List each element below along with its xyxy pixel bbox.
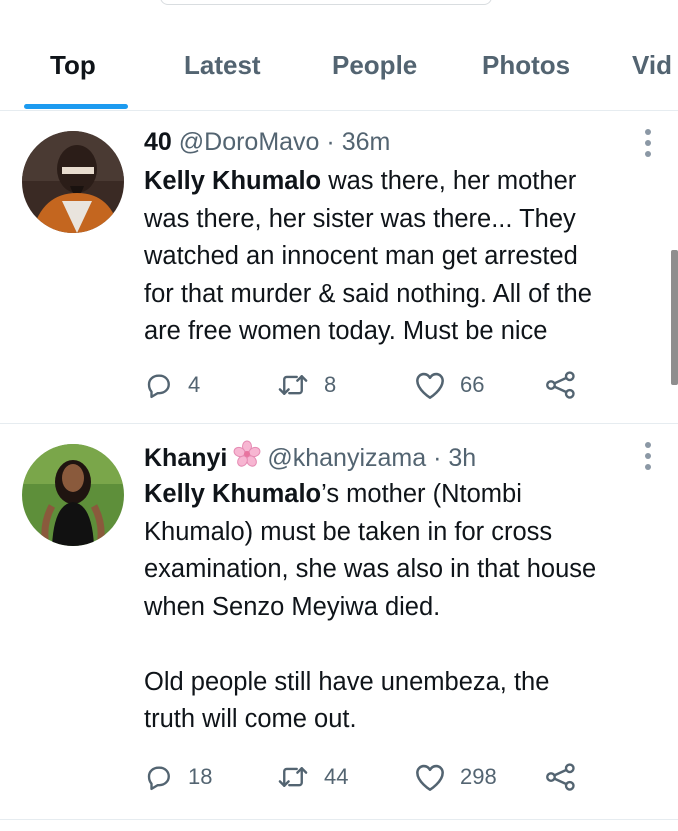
tweet-text: Kelly Khumalo was there, her mother was … [144, 167, 592, 345]
author-handle[interactable]: @DoroMavo [179, 128, 320, 156]
author-handle[interactable]: @khanyizama [267, 444, 426, 472]
avatar[interactable] [22, 131, 124, 233]
author-name[interactable]: 40 [144, 128, 172, 156]
heart-icon [416, 764, 444, 791]
retweet-count: 44 [324, 764, 349, 789]
tweet-header: 40 @DoroMavo · 36m [144, 127, 390, 157]
retweet-button[interactable]: 44 [276, 759, 348, 795]
tweet-time[interactable]: · 36m [326, 128, 390, 156]
reply-count: 4 [188, 372, 201, 397]
share-icon [546, 763, 575, 791]
reply-button[interactable]: 4 [144, 367, 200, 403]
tab-latest[interactable]: Latest [184, 50, 261, 81]
share-button[interactable] [544, 759, 578, 795]
mention[interactable]: Kelly Khumalo [144, 167, 321, 195]
tab-photos[interactable]: Photos [482, 50, 570, 81]
mention[interactable]: Kelly Khumalo [144, 480, 321, 508]
scrollbar[interactable] [671, 250, 678, 385]
more-options-icon[interactable] [644, 442, 652, 472]
search-tabs: Top Latest People Photos Vid [0, 0, 678, 111]
retweet-icon [278, 767, 308, 787]
tab-people[interactable]: People [332, 50, 417, 81]
reply-button[interactable]: 18 [144, 759, 212, 795]
tweet[interactable]: 40 @DoroMavo · 36m Kelly Khumalo was the… [0, 111, 678, 424]
heart-icon [416, 372, 444, 399]
tweet-time[interactable]: · 3h [433, 444, 476, 472]
like-button[interactable]: 298 [414, 759, 497, 795]
tweet[interactable]: Khanyi @khanyizama · 3h Kelly Khumalo’s m… [0, 424, 678, 820]
retweet-icon [278, 375, 308, 395]
retweet-count: 8 [324, 372, 337, 397]
share-button[interactable] [544, 367, 578, 403]
reply-icon [147, 374, 170, 399]
author-name[interactable]: Khanyi [144, 444, 227, 472]
cherry-blossom-icon [233, 440, 261, 475]
like-count: 66 [460, 372, 485, 397]
reply-icon [147, 766, 170, 791]
more-options-icon[interactable] [644, 129, 652, 159]
avatar[interactable] [22, 444, 124, 546]
active-tab-indicator [24, 104, 128, 109]
share-icon [546, 371, 575, 399]
tab-top[interactable]: Top [50, 50, 96, 81]
tweet-text: Kelly Khumalo’s mother (Ntombi Khumalo) … [144, 480, 597, 733]
tab-videos[interactable]: Vid [632, 50, 672, 81]
like-count: 298 [460, 764, 497, 789]
tweet-header: Khanyi @khanyizama · 3h [144, 440, 476, 479]
retweet-button[interactable]: 8 [276, 367, 336, 403]
tweet-actions: 18 44 298 [144, 759, 644, 795]
reply-count: 18 [188, 764, 213, 789]
tweet-actions: 4 8 66 [144, 367, 644, 403]
like-button[interactable]: 66 [414, 367, 484, 403]
